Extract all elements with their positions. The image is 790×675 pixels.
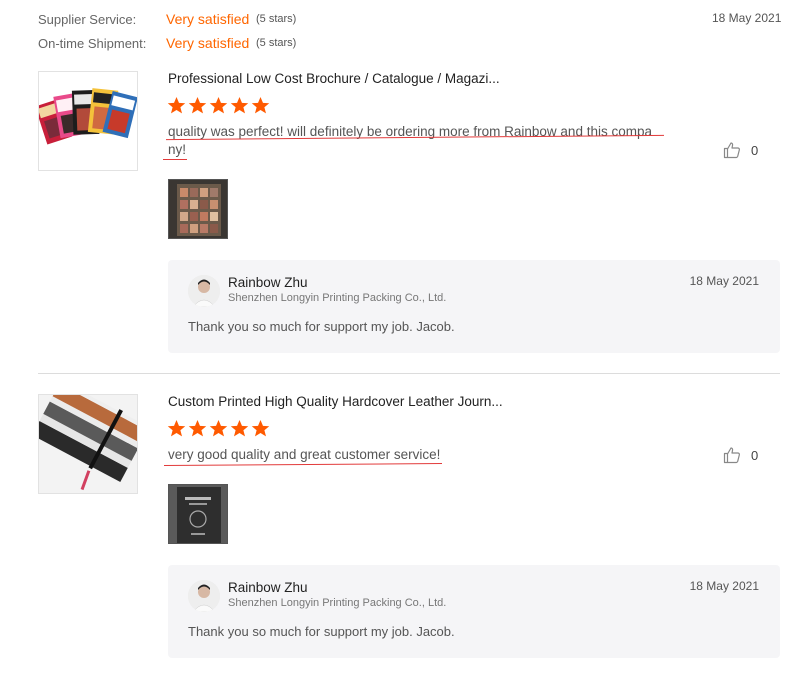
like-count: 0	[751, 447, 759, 463]
shipment-stars: (5 stars)	[256, 37, 297, 49]
seller-reply: Rainbow Zhu Shenzhen Longyin Printing Pa…	[168, 260, 780, 353]
review-photo[interactable]	[168, 484, 228, 544]
review-divider	[38, 373, 780, 374]
star-icon	[167, 96, 186, 114]
star-icon	[209, 96, 228, 114]
like-button[interactable]: 0	[723, 446, 758, 464]
reply-author-name: Rainbow Zhu	[228, 275, 308, 290]
shipment-label: On-time Shipment:	[38, 36, 147, 51]
star-icon	[230, 96, 249, 114]
thumbs-up-icon	[723, 447, 740, 464]
supplier-service-value: Very satisfied	[166, 11, 250, 27]
product-thumbnail[interactable]	[38, 71, 138, 171]
star-icon	[209, 419, 228, 437]
reply-text: Thank you so much for support my job. Ja…	[188, 624, 455, 639]
star-icon	[167, 419, 186, 437]
avatar	[188, 275, 220, 307]
rating-stars	[167, 419, 270, 438]
thumbs-up-icon	[723, 142, 740, 159]
seller-reply: Rainbow Zhu Shenzhen Longyin Printing Pa…	[168, 565, 780, 658]
review-photo-image	[169, 180, 227, 238]
magazine-image	[39, 72, 137, 170]
review-photo-image	[169, 485, 227, 543]
star-icon	[188, 96, 207, 114]
avatar-image	[188, 275, 220, 307]
avatar	[188, 580, 220, 612]
shipment-value: Very satisfied	[166, 35, 250, 51]
review-comment-continued: ny!	[168, 142, 187, 157]
annotation-underline	[163, 159, 187, 160]
product-thumbnail[interactable]	[38, 394, 138, 494]
avatar-image	[188, 580, 220, 612]
like-button[interactable]: 0	[723, 141, 758, 159]
product-title[interactable]: Professional Low Cost Brochure / Catalog…	[168, 71, 500, 86]
reply-company: Shenzhen Longyin Printing Packing Co., L…	[228, 292, 447, 304]
journal-image	[39, 395, 137, 493]
star-icon	[230, 419, 249, 437]
star-icon	[251, 96, 270, 114]
supplier-service-label: Supplier Service:	[38, 12, 137, 27]
supplier-service-stars: (5 stars)	[256, 13, 297, 25]
reply-date: 18 May 2021	[689, 274, 759, 288]
product-title[interactable]: Custom Printed High Quality Hardcover Le…	[168, 394, 503, 409]
like-count: 0	[751, 142, 759, 158]
review-comment: very good quality and great customer ser…	[168, 447, 441, 462]
review-photo[interactable]	[168, 179, 228, 239]
reply-date: 18 May 2021	[689, 579, 759, 593]
star-icon	[188, 419, 207, 437]
review-date: 18 May 2021	[712, 11, 782, 25]
star-icon	[251, 419, 270, 437]
reply-author-name: Rainbow Zhu	[228, 580, 308, 595]
rating-stars	[167, 96, 270, 115]
reply-text: Thank you so much for support my job. Ja…	[188, 319, 455, 334]
reply-company: Shenzhen Longyin Printing Packing Co., L…	[228, 597, 447, 609]
